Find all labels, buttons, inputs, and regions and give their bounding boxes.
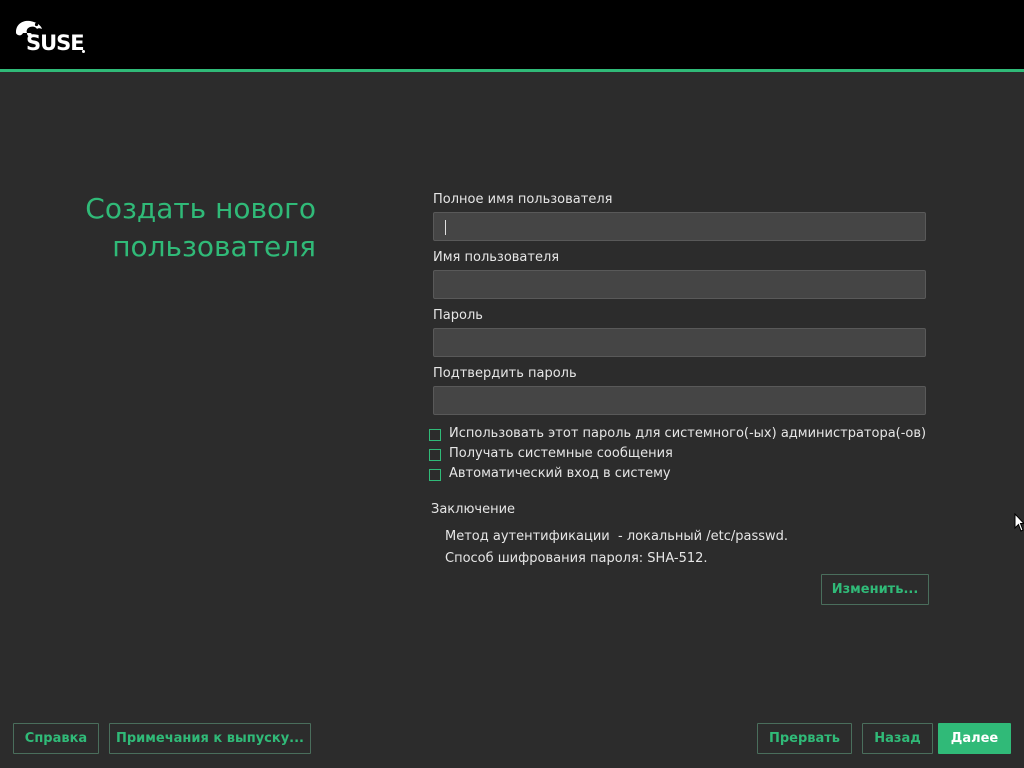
admin-password-checkbox[interactable] — [429, 429, 441, 441]
confirm-password-input[interactable] — [433, 386, 926, 415]
autologin-checkbox[interactable] — [429, 469, 441, 481]
suse-logo: SUSE — [14, 18, 86, 55]
page-title-line2: пользователя — [112, 230, 316, 263]
header-accent-line — [0, 69, 1024, 72]
page-title: Создать нового пользователя — [20, 190, 316, 266]
back-button[interactable]: Назад — [862, 723, 933, 754]
mouse-pointer-icon — [1014, 513, 1024, 532]
summary-title: Заключение — [431, 502, 516, 517]
username-label: Имя пользователя — [433, 250, 560, 265]
password-input[interactable] — [433, 328, 926, 357]
release-notes-button[interactable]: Примечания к выпуску... — [109, 723, 311, 754]
summary-encryption: Способ шифрования пароля: SHA-512. — [445, 551, 708, 566]
full-name-label: Полное имя пользователя — [433, 192, 613, 207]
change-button[interactable]: Изменить... — [821, 574, 929, 605]
text-cursor — [445, 220, 446, 235]
autologin-label: Автоматический вход в систему — [449, 466, 671, 481]
system-mail-checkbox[interactable] — [429, 449, 441, 461]
confirm-password-label: Подтвердить пароль — [433, 366, 577, 381]
suse-wordmark: SUSE — [26, 31, 85, 55]
logo-dot — [82, 50, 85, 53]
summary-auth-method: Метод аутентификации - локальный /etc/pa… — [445, 529, 789, 544]
username-input[interactable] — [433, 270, 926, 299]
admin-password-label: Использовать этот пароль для системного(… — [449, 426, 927, 441]
help-button[interactable]: Справка — [13, 723, 99, 754]
next-button[interactable]: Далее — [938, 723, 1011, 754]
full-name-input[interactable] — [433, 212, 926, 241]
password-label: Пароль — [433, 308, 483, 323]
system-mail-label: Получать системные сообщения — [449, 446, 673, 461]
abort-button[interactable]: Прервать — [757, 723, 852, 754]
page-title-line1: Создать нового — [85, 192, 316, 225]
header-bar: SUSE — [0, 0, 1024, 69]
